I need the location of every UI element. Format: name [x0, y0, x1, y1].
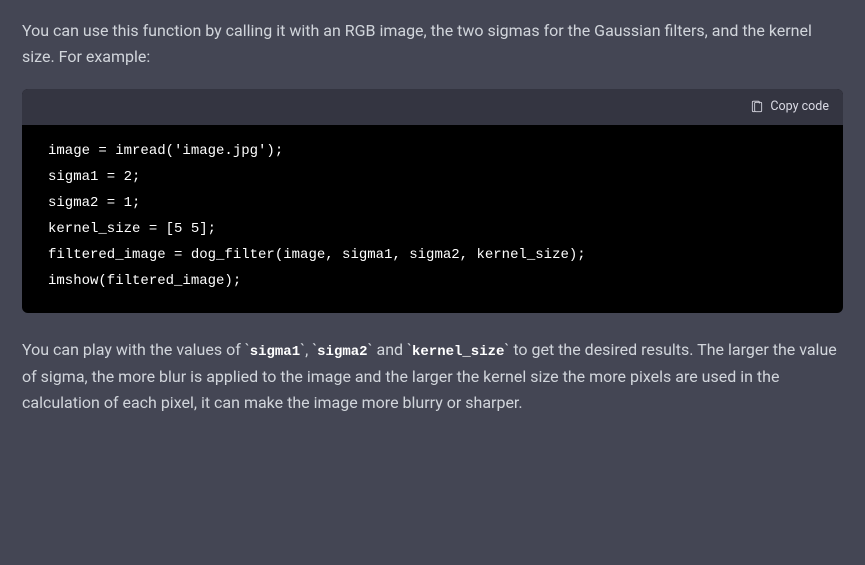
clipboard-icon [750, 100, 764, 114]
inline-code-sigma2: sigma2 [317, 344, 367, 360]
outro-text-1: You can play with the values of [22, 340, 245, 359]
copy-code-button[interactable]: Copy code [750, 97, 829, 118]
code-body[interactable]: image = imread('image.jpg'); sigma1 = 2;… [22, 125, 843, 312]
code-block: Copy code image = imread('image.jpg'); s… [22, 89, 843, 313]
outro-sep-2: and [373, 340, 408, 359]
intro-paragraph: You can use this function by calling it … [22, 18, 843, 71]
copy-code-label: Copy code [770, 97, 829, 118]
inline-code-kernel-size: kernel_size [412, 344, 504, 360]
outro-paragraph: You can play with the values of `sigma1`… [22, 337, 843, 417]
code-block-header: Copy code [22, 89, 843, 126]
inline-code-sigma1: sigma1 [250, 344, 300, 360]
